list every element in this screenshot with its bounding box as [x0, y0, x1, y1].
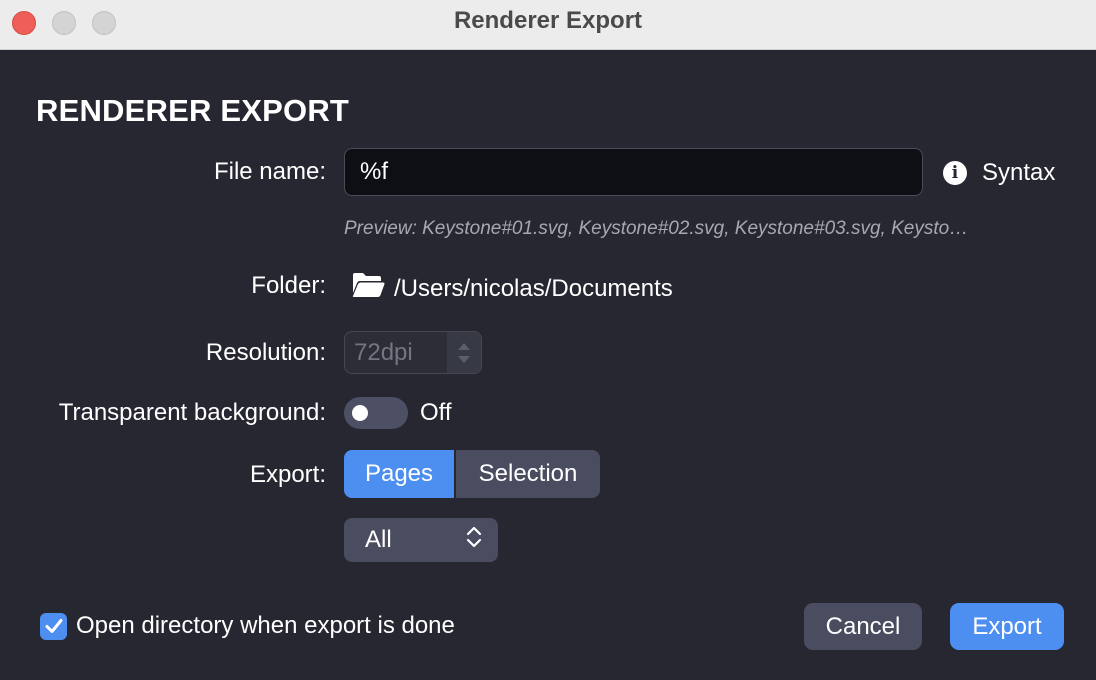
resolution-label: Resolution: [205, 339, 326, 366]
resolution-stepper[interactable]: 72dpi [344, 331, 482, 374]
dialog-heading: RENDERER EXPORT [36, 93, 350, 128]
folder-picker[interactable]: /Users/nicolas/Documents [352, 272, 673, 305]
stepper-down-icon[interactable] [458, 355, 470, 363]
resolution-value: 72dpi [354, 338, 413, 366]
file-name-label: File name: [213, 158, 326, 185]
window-title: Renderer Export [453, 7, 643, 34]
export-label: Export: [249, 461, 326, 488]
checkmark-icon [45, 619, 62, 633]
renderer-export-window: Renderer Export RENDERER EXPORT File nam… [0, 0, 1096, 680]
toggle-knob [352, 405, 368, 421]
transparent-background-toggle[interactable] [344, 397, 408, 429]
open-directory-option: Open directory when export is done [40, 612, 455, 640]
syntax-label: Syntax [982, 159, 1056, 186]
export-selection-segment[interactable]: Selection [454, 450, 600, 498]
file-name-preview: Preview: Keystone#01.svg, Keystone#02.sv… [344, 218, 969, 239]
folder-path: /Users/nicolas/Documents [394, 274, 673, 302]
folder-label: Folder: [251, 272, 326, 299]
export-mode-segmented-control: Pages Selection [344, 450, 600, 498]
title-bar: Renderer Export [0, 0, 1096, 50]
open-directory-label[interactable]: Open directory when export is done [76, 612, 455, 640]
stepper-up-icon[interactable] [458, 342, 470, 350]
file-name-input[interactable] [344, 148, 923, 196]
transparent-background-control: Off [344, 397, 452, 429]
pages-range-value: All [365, 526, 392, 553]
syntax-help-link[interactable]: i Syntax [943, 158, 1055, 188]
pages-range-select[interactable]: All [344, 518, 498, 562]
cancel-button[interactable]: Cancel [804, 603, 922, 650]
open-directory-checkbox[interactable] [40, 612, 67, 640]
export-button[interactable]: Export [950, 603, 1064, 650]
chevron-up-down-icon [466, 525, 482, 556]
info-icon: i [943, 161, 967, 185]
stepper-controls[interactable] [447, 332, 481, 373]
export-pages-segment[interactable]: Pages [344, 450, 454, 498]
transparent-background-label: Transparent background: [58, 399, 326, 426]
folder-open-icon [352, 272, 394, 305]
toggle-state-label: Off [420, 399, 452, 426]
